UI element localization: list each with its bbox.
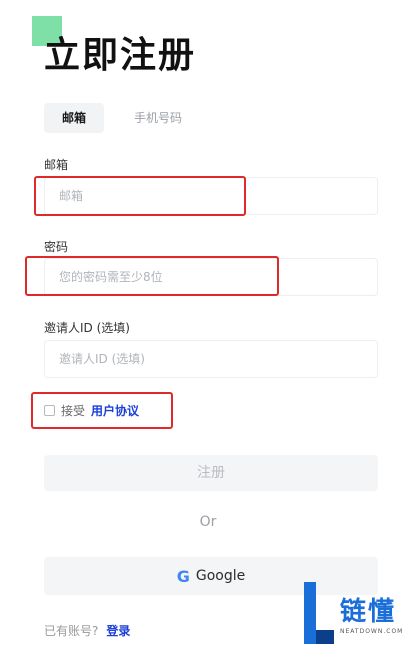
tab-phone[interactable]: 手机号码	[116, 103, 200, 133]
register-page: 立即注册 邮箱 手机号码 邮箱 邮箱 密码 您的密码需至少8位 邀请人ID (选…	[0, 0, 416, 651]
password-input[interactable]: 您的密码需至少8位	[44, 258, 378, 296]
google-icon: G	[176, 566, 190, 586]
register-button[interactable]: 注册	[44, 455, 378, 491]
tab-email[interactable]: 邮箱	[44, 103, 105, 133]
agreement-row: 接受 用户协议	[44, 402, 139, 419]
watermark-l-icon	[304, 582, 334, 644]
password-label: 密码	[44, 240, 69, 254]
agreement-prefix: 接受	[61, 404, 86, 418]
invite-input[interactable]: 邀请人ID (选填)	[44, 340, 378, 378]
email-label: 邮箱	[44, 158, 69, 172]
login-prompt: 已有账号? 登录	[44, 622, 130, 639]
page-title: 立即注册	[44, 35, 197, 76]
agreement-checkbox[interactable]	[44, 405, 55, 416]
email-input[interactable]: 邮箱	[44, 177, 378, 215]
google-button-label: Google	[195, 568, 246, 584]
have-account-text: 已有账号?	[44, 624, 99, 638]
watermark-logo: 链懂 NEATDOWN.COM	[300, 580, 416, 646]
login-link[interactable]: 登录	[106, 622, 130, 639]
invite-label: 邀请人ID (选填)	[44, 321, 130, 335]
or-divider: Or	[199, 514, 217, 530]
watermark-domain-text: NEATDOWN.COM	[340, 628, 404, 635]
register-method-tabs: 邮箱 手机号码	[44, 103, 200, 133]
watermark-cn-text: 链懂	[340, 597, 397, 627]
user-agreement-link[interactable]: 用户协议	[91, 402, 139, 419]
